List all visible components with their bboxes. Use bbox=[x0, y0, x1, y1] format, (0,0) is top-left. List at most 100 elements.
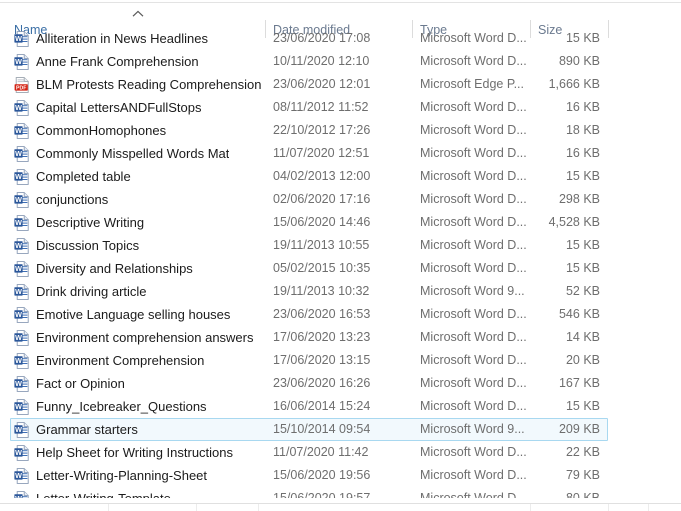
file-row[interactable]: W Capital LettersANDFullStops 08/11/2012 1… bbox=[0, 96, 681, 119]
file-date-modified: 15/06/2020 14:46 bbox=[273, 215, 371, 229]
file-row[interactable]: W Discussion Topics 19/11/2013 10:55 Micros… bbox=[0, 234, 681, 257]
file-size: 20 KB bbox=[565, 353, 600, 367]
file-row[interactable]: W Drink driving article 19/11/2013 10:32 Mi… bbox=[0, 280, 681, 303]
file-type: Microsoft Word D... bbox=[420, 445, 527, 459]
file-row[interactable]: PDF BLM Protests Reading Comprehension 23/… bbox=[0, 73, 681, 96]
file-name: Fact or Opinion bbox=[36, 376, 125, 391]
pdf-icon: PDF bbox=[14, 77, 29, 93]
file-row[interactable]: W Commonly Misspelled Words Mat 11/07/2020… bbox=[0, 142, 681, 165]
svg-text:W: W bbox=[15, 195, 22, 204]
file-row[interactable]: W Grammar starters 15/10/2014 09:54 Microso… bbox=[0, 418, 681, 441]
word-docx-icon: W bbox=[14, 146, 29, 162]
file-row[interactable]: W Emotive Language selling houses 23/06/20… bbox=[0, 303, 681, 326]
file-size: 15 KB bbox=[565, 31, 600, 45]
file-name: Environment Comprehension bbox=[36, 353, 205, 368]
file-row[interactable]: W CommonHomophones 22/10/2012 17:26 Microso… bbox=[0, 119, 681, 142]
svg-text:W: W bbox=[15, 103, 22, 112]
word-docx-icon: W bbox=[14, 399, 29, 415]
file-name: Grammar starters bbox=[36, 422, 138, 437]
file-explorer-list-view: Name Date modified Type Size W Alliterati… bbox=[0, 0, 681, 511]
file-row[interactable]: W Letter-Writing-Planning-Sheet 15/06/2020… bbox=[0, 464, 681, 487]
file-size: 16 KB bbox=[565, 100, 600, 114]
status-tick bbox=[258, 504, 259, 511]
file-name: Anne Frank Comprehension bbox=[36, 54, 199, 69]
sort-ascending-caret-icon bbox=[131, 10, 145, 19]
file-size: 80 KB bbox=[565, 491, 600, 498]
word-docx-icon: W bbox=[14, 169, 29, 185]
file-date-modified: 23/06/2020 17:08 bbox=[273, 31, 371, 45]
svg-text:W: W bbox=[15, 218, 22, 227]
file-type: Microsoft Word D... bbox=[420, 169, 527, 183]
status-tick bbox=[196, 504, 197, 511]
file-row[interactable]: W Funny_Icebreaker_Questions 16/06/2014 15… bbox=[0, 395, 681, 418]
file-type: Microsoft Word D... bbox=[420, 100, 527, 114]
file-row[interactable]: W Alliteration in News Headlines 23/06/202… bbox=[0, 27, 681, 50]
file-date-modified: 15/06/2020 19:57 bbox=[273, 491, 371, 498]
file-name: Discussion Topics bbox=[36, 238, 140, 253]
file-date-modified: 08/11/2012 11:52 bbox=[273, 100, 369, 114]
word-docx-icon: W bbox=[14, 376, 29, 392]
svg-text:W: W bbox=[15, 264, 22, 273]
file-name: Commonly Misspelled Words Mat bbox=[36, 146, 230, 161]
file-type: Microsoft Word D... bbox=[420, 123, 527, 137]
file-row[interactable]: W Environment Comprehension 17/06/2020 13:… bbox=[0, 349, 681, 372]
word-docx-icon: W bbox=[14, 54, 29, 70]
file-row[interactable]: W Help Sheet for Writing Instructions 11/0… bbox=[0, 441, 681, 464]
file-row[interactable]: W Descriptive Writing 15/06/2020 14:46 Micr… bbox=[0, 211, 681, 234]
file-name: Emotive Language selling houses bbox=[36, 307, 231, 322]
file-type: Microsoft Word D... bbox=[420, 54, 527, 68]
file-size: 15 KB bbox=[565, 238, 600, 252]
file-name: Funny_Icebreaker_Questions bbox=[36, 399, 207, 414]
file-type: Microsoft Word D... bbox=[420, 307, 527, 321]
file-size: 22 KB bbox=[565, 445, 600, 459]
status-bar bbox=[0, 504, 681, 511]
file-name: Letter-Writing-Planning-Sheet bbox=[36, 468, 208, 483]
word-doc97-icon: W bbox=[14, 422, 29, 438]
svg-text:W: W bbox=[15, 379, 22, 388]
file-date-modified: 22/10/2012 17:26 bbox=[273, 123, 371, 137]
file-name: Alliteration in News Headlines bbox=[36, 31, 208, 46]
file-row[interactable]: W Anne Frank Comprehension 10/11/2020 12:1… bbox=[0, 50, 681, 73]
file-date-modified: 17/06/2020 13:23 bbox=[273, 330, 371, 344]
top-divider bbox=[0, 2, 681, 3]
file-list[interactable]: W Alliteration in News Headlines 23/06/202… bbox=[0, 27, 681, 498]
file-size: 16 KB bbox=[565, 146, 600, 160]
file-date-modified: 05/02/2015 10:35 bbox=[273, 261, 371, 275]
file-row[interactable]: W Fact or Opinion 23/06/2020 16:26 Microsof… bbox=[0, 372, 681, 395]
file-type: Microsoft Edge P... bbox=[420, 77, 524, 91]
file-type: Microsoft Word D... bbox=[420, 261, 527, 275]
file-row[interactable]: W Completed table 04/02/2013 12:00 Microsof… bbox=[0, 165, 681, 188]
file-row[interactable]: W Environment comprehension answers 17/06/… bbox=[0, 326, 681, 349]
svg-text:W: W bbox=[15, 333, 22, 342]
file-size: 15 KB bbox=[565, 169, 600, 183]
svg-text:W: W bbox=[15, 356, 22, 365]
svg-text:W: W bbox=[15, 494, 22, 498]
file-size: 15 KB bbox=[565, 261, 600, 275]
file-type: Microsoft Word D... bbox=[420, 238, 527, 252]
file-type: Microsoft Word D... bbox=[420, 491, 527, 498]
svg-text:PDF: PDF bbox=[16, 85, 26, 91]
file-name: BLM Protests Reading Comprehension bbox=[36, 77, 262, 92]
file-name: Descriptive Writing bbox=[36, 215, 145, 230]
file-row[interactable]: W Letter-Writing-Template 15/06/2020 19:57… bbox=[0, 487, 681, 498]
file-name: Diversity and Relationships bbox=[36, 261, 193, 276]
file-date-modified: 17/06/2020 13:15 bbox=[273, 353, 371, 367]
file-date-modified: 11/07/2020 12:51 bbox=[273, 146, 370, 160]
svg-text:W: W bbox=[15, 310, 22, 319]
file-size: 52 KB bbox=[565, 284, 600, 298]
status-tick bbox=[648, 504, 649, 511]
file-date-modified: 11/07/2020 11:42 bbox=[273, 445, 369, 459]
file-size: 546 KB bbox=[558, 307, 600, 321]
file-row[interactable]: Wconjunctions 02/06/2020 17:16 Microsoft W… bbox=[0, 188, 681, 211]
svg-text:W: W bbox=[15, 471, 22, 480]
word-docx-icon: W bbox=[14, 330, 29, 346]
status-tick bbox=[608, 504, 609, 511]
file-row[interactable]: W Diversity and Relationships 05/02/2015 1… bbox=[0, 257, 681, 280]
word-docx-icon: W bbox=[14, 491, 29, 498]
file-name: Letter-Writing-Template bbox=[36, 487, 171, 498]
file-date-modified: 04/02/2013 12:00 bbox=[273, 169, 371, 183]
file-size: 15 KB bbox=[565, 399, 600, 413]
file-name: conjunctions bbox=[36, 192, 109, 207]
word-docx-icon: W bbox=[14, 100, 29, 116]
svg-text:W: W bbox=[15, 402, 22, 411]
